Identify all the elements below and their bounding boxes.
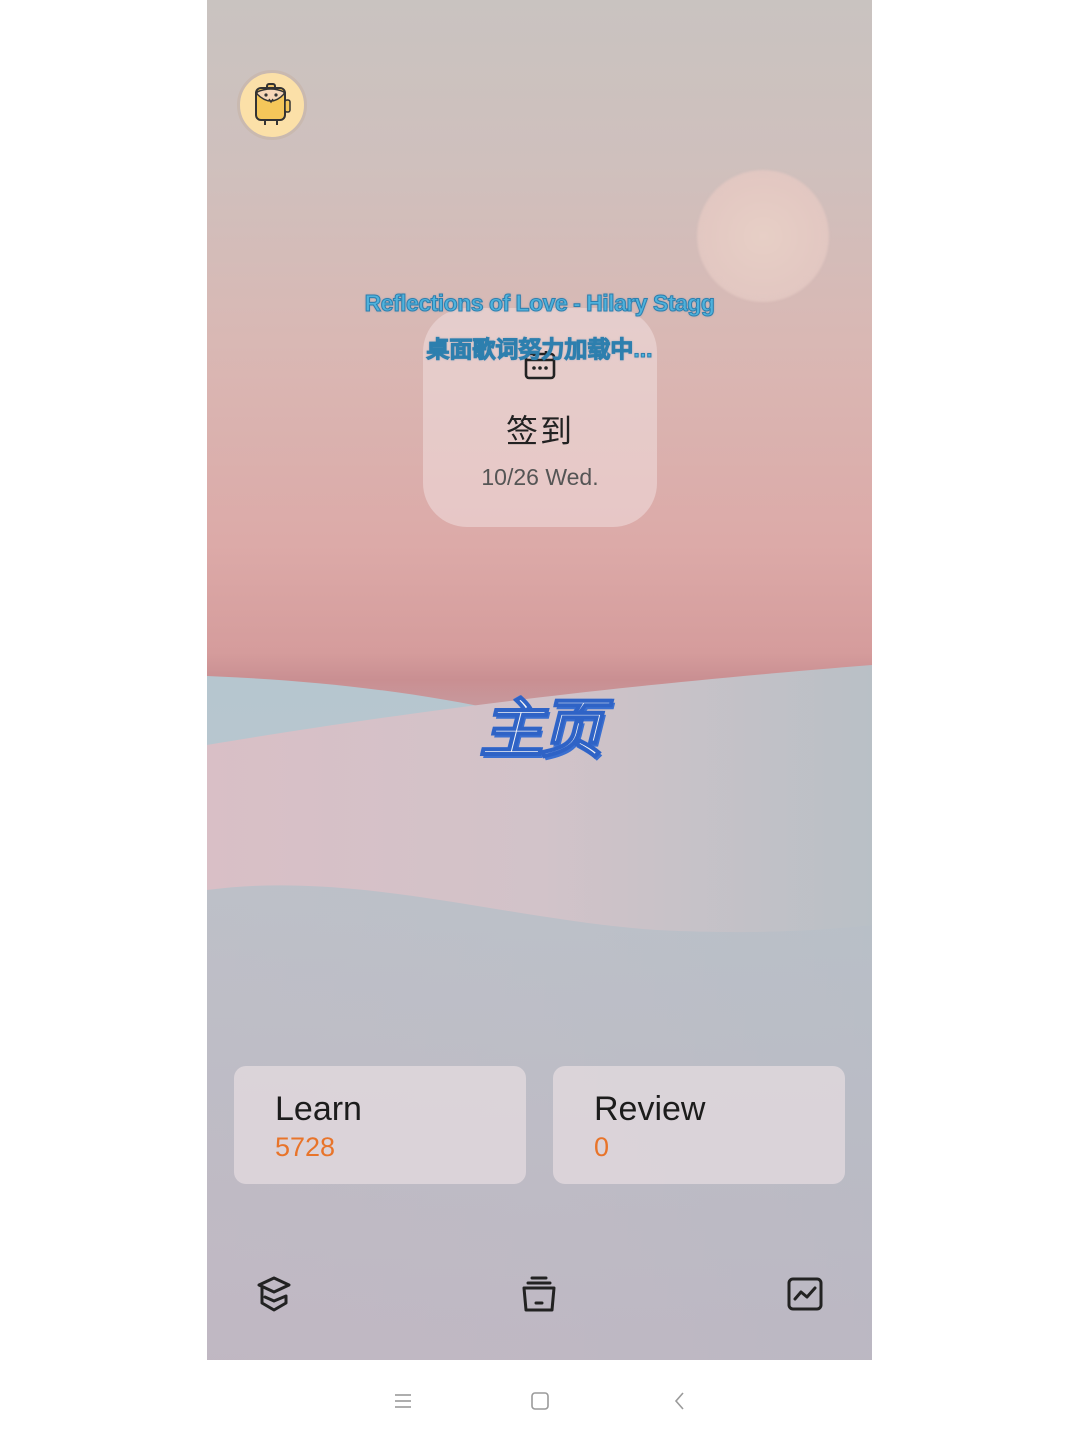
tab-statistics[interactable] xyxy=(785,1274,825,1314)
tab-library[interactable] xyxy=(519,1274,559,1314)
back-chevron-icon xyxy=(674,1392,684,1410)
review-count: 0 xyxy=(594,1132,610,1162)
line-chart-icon xyxy=(787,1277,823,1311)
home-square-icon xyxy=(531,1392,549,1410)
lyrics-song-line: Reflections of Love - Hilary Stagg xyxy=(364,290,715,317)
lyrics-status-line: 桌面歌词努力加载中... xyxy=(426,336,653,363)
graduation-cap-icon xyxy=(257,1276,291,1312)
tab-learn[interactable] xyxy=(254,1274,294,1314)
moon xyxy=(697,170,829,302)
system-menu-button[interactable] xyxy=(388,1386,418,1416)
checkin-date: 10/26 Wed. xyxy=(481,464,599,490)
learn-count: 5728 xyxy=(275,1132,336,1162)
review-card[interactable]: Review 0 xyxy=(553,1066,845,1184)
system-home-button[interactable] xyxy=(525,1386,555,1416)
learn-label: Learn xyxy=(275,1090,362,1128)
avatar-button[interactable] xyxy=(237,70,307,140)
page-title: 主页 xyxy=(479,692,605,768)
backpack-mascot-icon xyxy=(255,83,291,125)
checkin-title: 签到 xyxy=(505,412,574,450)
app-screen: 签到 10/26 Wed. Reflections of Love - Hila… xyxy=(207,0,872,1360)
learn-card[interactable]: Learn 5728 xyxy=(234,1066,526,1184)
review-label: Review xyxy=(594,1090,706,1128)
menu-icon xyxy=(395,1394,411,1408)
archive-box-icon xyxy=(522,1276,556,1312)
system-back-button[interactable] xyxy=(665,1386,695,1416)
